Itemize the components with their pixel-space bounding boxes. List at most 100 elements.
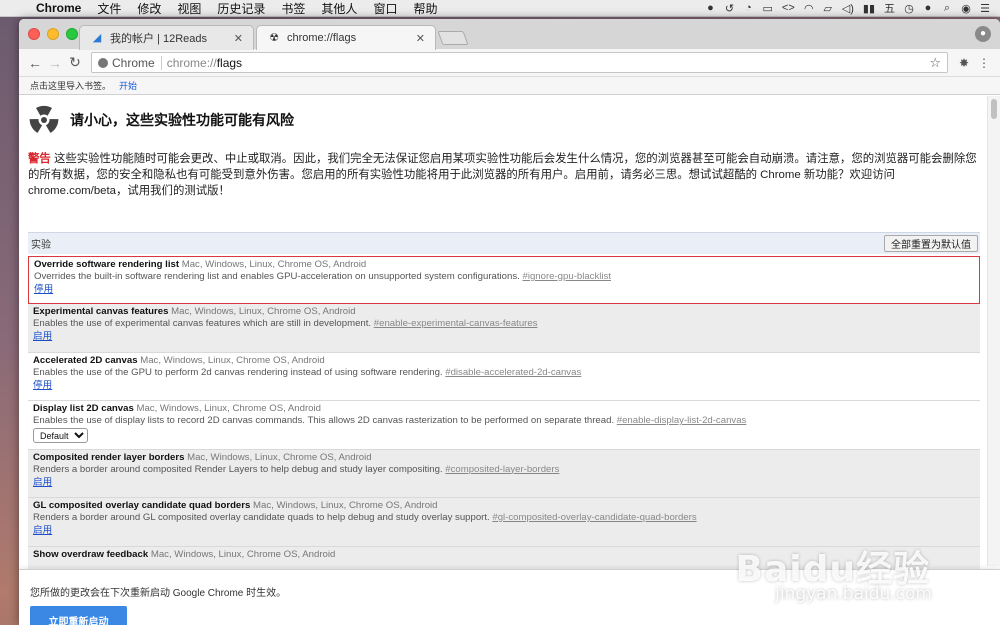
menu-history[interactable]: 历史记录 bbox=[209, 0, 273, 17]
menu-help[interactable]: 帮助 bbox=[405, 0, 445, 17]
flag-state-select[interactable]: Default bbox=[33, 428, 88, 443]
warning-paragraph: 警告 这些实验性功能随时可能会更改、中止或取消。因此，我们完全无法保证您启用某项… bbox=[28, 151, 978, 199]
flag-anchor-link[interactable]: #composited-layer-borders bbox=[445, 464, 559, 475]
warning-header: 请小心，这些实验性功能可能有风险 bbox=[28, 104, 294, 136]
flag-name: Experimental canvas features bbox=[33, 306, 169, 317]
bookmarks-bar: 点击这里导入书签。 开始 bbox=[19, 77, 1000, 95]
tab-strip: ◢ 我的帐户 | 12Reads ✕ ☢ chrome://flags ✕ ● bbox=[19, 19, 1000, 50]
flag-toggle-link[interactable]: 停用 bbox=[34, 283, 974, 297]
menu-file[interactable]: 文件 bbox=[89, 0, 129, 17]
get-started-link[interactable]: 开始 bbox=[119, 79, 137, 92]
page-scrollbar[interactable] bbox=[987, 96, 1000, 566]
flag-anchor-link[interactable]: #enable-display-list-2d-canvas bbox=[617, 415, 747, 426]
address-bar[interactable]: Chrome chrome://flags ☆ bbox=[91, 52, 948, 73]
menu-chrome[interactable]: Chrome bbox=[28, 1, 89, 15]
chrome-menu-icon[interactable]: ⋮ bbox=[974, 56, 994, 70]
restart-notice: 您所做的更改会在下次重新启动 Google Chrome 时生效。 bbox=[30, 588, 287, 599]
forward-arrow-icon[interactable]: → bbox=[45, 55, 65, 71]
notification-center-icon[interactable]: ☰ bbox=[980, 2, 990, 15]
tab-12reads[interactable]: ◢ 我的帐户 | 12Reads ✕ bbox=[79, 25, 254, 50]
flag-desc-text: Renders a border around GL composited ov… bbox=[33, 512, 490, 523]
flag-item: Display list 2D canvas Mac, Windows, Lin… bbox=[28, 401, 980, 450]
flag-anchor-link[interactable]: #enable-experimental-canvas-features bbox=[374, 318, 538, 329]
bookmark-star-icon[interactable]: ☆ bbox=[929, 55, 941, 71]
sync-icon[interactable]: ◷ bbox=[904, 2, 914, 15]
flag-name: Display list 2D canvas bbox=[33, 403, 134, 414]
menu-people[interactable]: 其他人 bbox=[313, 0, 365, 17]
flag-title: Override software rendering list Mac, Wi… bbox=[34, 259, 974, 271]
flag-description: Renders a border around GL composited ov… bbox=[33, 512, 975, 524]
time-machine-icon[interactable]: ↺ bbox=[725, 2, 735, 15]
menu-edit[interactable]: 修改 bbox=[129, 0, 169, 17]
menu-bookmarks[interactable]: 书签 bbox=[273, 0, 313, 17]
clock-icon[interactable]: ◔ bbox=[744, 2, 754, 14]
tab-flags[interactable]: ☢ chrome://flags ✕ bbox=[256, 25, 436, 50]
screen-icon[interactable]: ▭ bbox=[763, 2, 773, 15]
tab-title: 我的帐户 | 12Reads bbox=[110, 33, 208, 45]
flag-description: Renders a border around composited Rende… bbox=[33, 464, 975, 476]
back-arrow-icon[interactable]: ← bbox=[25, 55, 45, 71]
baidu-watermark-url: jingyan.baidu.com bbox=[775, 584, 932, 604]
menu-window[interactable]: 窗口 bbox=[365, 0, 405, 17]
flag-toggle-link[interactable]: 停用 bbox=[33, 379, 975, 393]
app-status-icon[interactable]: ● bbox=[706, 2, 716, 14]
code-icon[interactable]: <> bbox=[782, 2, 795, 14]
close-tab-icon[interactable]: ✕ bbox=[234, 32, 243, 45]
profile-avatar-icon[interactable]: ● bbox=[975, 26, 991, 42]
flag-title: Experimental canvas features Mac, Window… bbox=[33, 306, 975, 318]
scrollbar-thumb[interactable] bbox=[991, 99, 997, 119]
flag-item: Accelerated 2D canvas Mac, Windows, Linu… bbox=[28, 353, 980, 401]
flag-platforms: Mac, Windows, Linux, Chrome OS, Android bbox=[140, 354, 325, 366]
secure-chip[interactable]: Chrome bbox=[98, 55, 162, 70]
tab-title: chrome://flags bbox=[287, 32, 357, 44]
spotlight-icon[interactable]: ⌕ bbox=[942, 2, 952, 15]
flag-toggle-link[interactable]: 启用 bbox=[33, 524, 975, 538]
flag-title: Composited render layer borders Mac, Win… bbox=[33, 452, 975, 464]
volume-icon[interactable]: ◁) bbox=[842, 2, 854, 15]
flag-desc-text: Renders a border around composited Rende… bbox=[33, 463, 443, 475]
flag-anchor-link[interactable]: #ignore-gpu-blacklist bbox=[522, 271, 611, 282]
flag-title: Accelerated 2D canvas Mac, Windows, Linu… bbox=[33, 355, 975, 367]
flag-desc-text: Enables the use of display lists to reco… bbox=[33, 415, 615, 426]
flag-desc-text: Overrides the built-in software renderin… bbox=[34, 271, 520, 282]
close-tab-icon[interactable]: ✕ bbox=[416, 32, 425, 45]
warning-label: 警告 bbox=[28, 153, 51, 165]
airplay-icon[interactable]: ▱ bbox=[823, 2, 833, 15]
experiments-heading: 实验 bbox=[31, 240, 51, 251]
close-window-button[interactable] bbox=[28, 28, 40, 40]
minimize-window-button[interactable] bbox=[47, 28, 59, 40]
flag-desc-text: Enables the use of experimental canvas f… bbox=[33, 318, 372, 329]
flag-title: Display list 2D canvas Mac, Windows, Lin… bbox=[33, 403, 975, 415]
flag-platforms: Mac, Windows, Linux, Chrome OS, Android bbox=[150, 548, 336, 560]
user-icon[interactable]: ● bbox=[923, 2, 933, 14]
wifi-icon[interactable]: ◠ bbox=[804, 2, 814, 15]
flag-description: Enables the use of display lists to reco… bbox=[33, 415, 975, 427]
zoom-window-button[interactable] bbox=[66, 28, 78, 40]
url-scheme: chrome:// bbox=[166, 55, 217, 70]
flag-description: Enables the use of experimental canvas f… bbox=[33, 318, 975, 330]
siri-icon[interactable]: ◉ bbox=[961, 2, 971, 15]
menu-view[interactable]: 视图 bbox=[169, 0, 209, 17]
flag-item: Experimental canvas features Mac, Window… bbox=[28, 304, 980, 353]
battery-icon[interactable]: ▮▮ bbox=[863, 2, 875, 15]
flag-toggle-link[interactable]: 启用 bbox=[33, 476, 975, 490]
reload-icon[interactable]: ↻ bbox=[65, 54, 85, 71]
flag-platforms: Mac, Windows, Linux, Chrome OS, Android bbox=[181, 259, 367, 270]
warning-text: 这些实验性功能随时可能会更改、中止或取消。因此，我们完全无法保证您启用某项实验性… bbox=[28, 153, 977, 197]
chrome-page-icon bbox=[98, 57, 108, 68]
experiments-header: 实验 全部重置为默认值 bbox=[28, 232, 980, 254]
import-bookmarks-hint[interactable]: 点击这里导入书签。 bbox=[30, 79, 111, 92]
relaunch-now-button[interactable]: 立即重新启动 bbox=[30, 606, 127, 625]
input-method-icon[interactable]: 五 bbox=[884, 0, 895, 16]
flag-platforms: Mac, Windows, Linux, Chrome OS, Android bbox=[171, 306, 356, 317]
extension-icon[interactable]: ✸ bbox=[954, 56, 974, 70]
flag-toggle-link[interactable]: 启用 bbox=[33, 330, 975, 344]
window-controls bbox=[28, 28, 78, 40]
reset-all-button[interactable]: 全部重置为默认值 bbox=[884, 235, 978, 252]
flag-anchor-link[interactable]: #disable-accelerated-2d-canvas bbox=[445, 367, 581, 378]
flag-name: Composited render layer borders bbox=[33, 451, 185, 463]
flag-description: Overrides the built-in software renderin… bbox=[34, 271, 974, 283]
new-tab-button[interactable] bbox=[437, 31, 469, 45]
flag-anchor-link[interactable]: #gl-composited-overlay-candidate-quad-bo… bbox=[492, 512, 696, 523]
flag-title: GL composited overlay candidate quad bor… bbox=[33, 500, 975, 512]
